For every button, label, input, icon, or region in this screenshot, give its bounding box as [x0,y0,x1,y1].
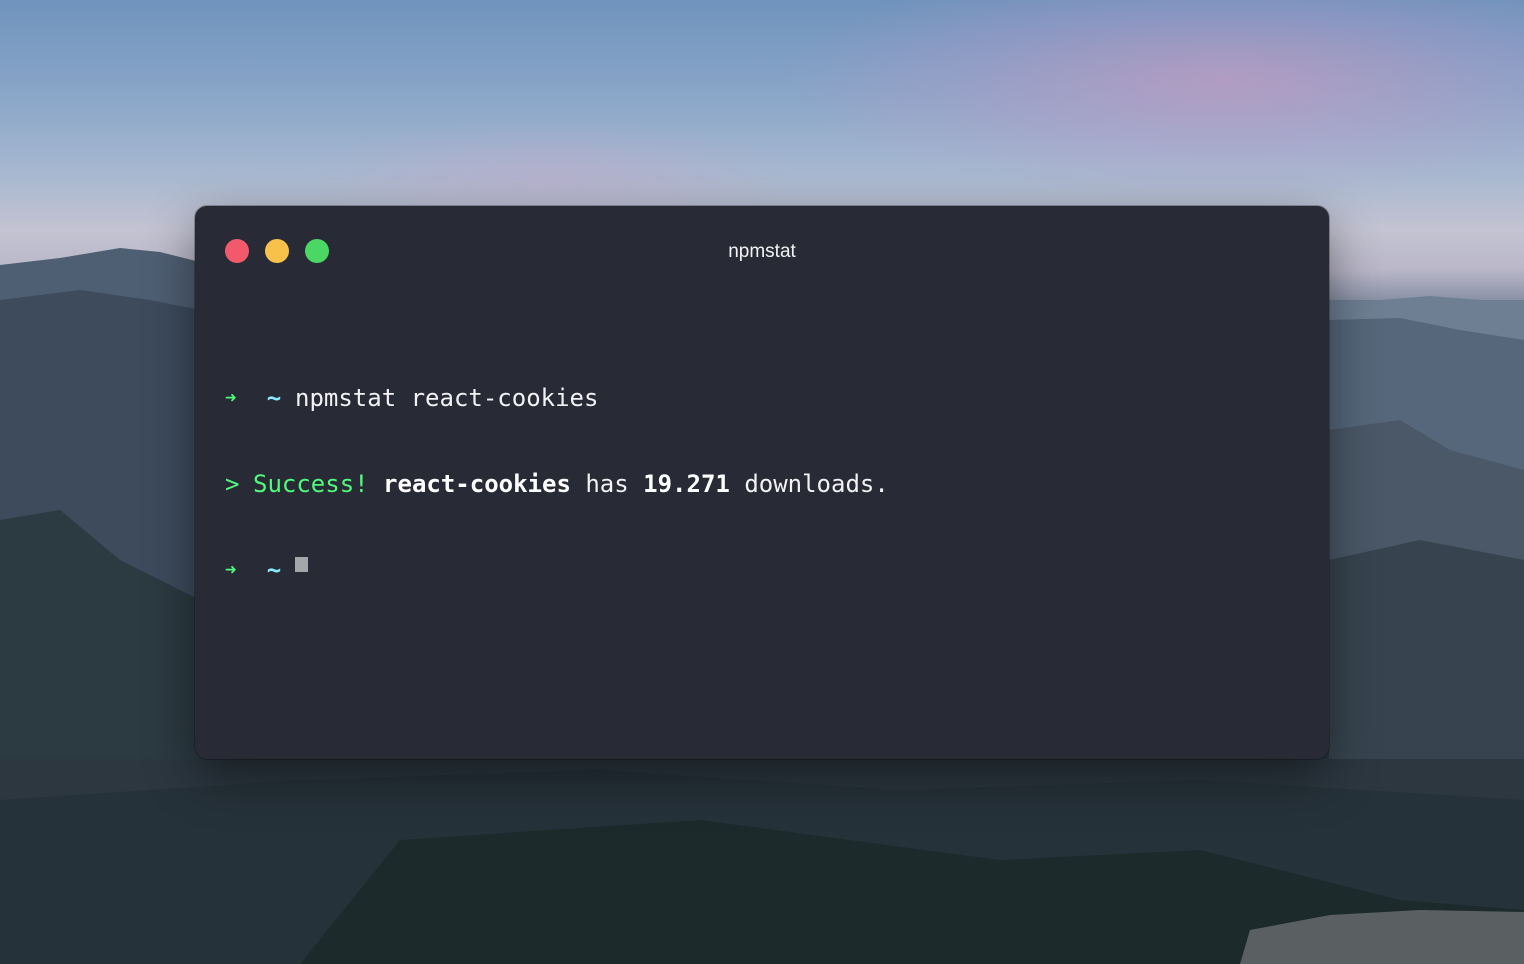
command-line: ➜ ~ npmstat react-cookies [225,383,889,413]
output-count: 19.271 [643,470,730,498]
window-title: npmstat [728,241,796,262]
prompt-cwd: ~ [266,556,282,584]
text-cursor [295,556,308,572]
terminal-output[interactable]: ➜ ~ npmstat react-cookies > Success! react-… [225,327,889,641]
command-text: npmstat react-cookies [295,384,599,412]
output-marker: > [225,470,240,498]
output-line: > Success! react-cookies has 19.271 downl… [225,469,889,499]
prompt-arrow-icon: ➜ [225,387,237,409]
prompt-arrow-icon: ➜ [225,559,237,581]
output-suffix: downloads. [744,470,889,498]
output-success: Success! [253,470,369,498]
prompt-cwd: ~ [266,384,282,412]
prompt-line[interactable]: ➜ ~ [225,555,889,585]
output-has: has [585,470,629,498]
output-package: react-cookies [383,470,571,498]
title-bar[interactable]: npmstat [195,206,1329,296]
terminal-window[interactable]: npmstat ➜ ~ npmstat react-cookies > Success… [195,206,1329,759]
